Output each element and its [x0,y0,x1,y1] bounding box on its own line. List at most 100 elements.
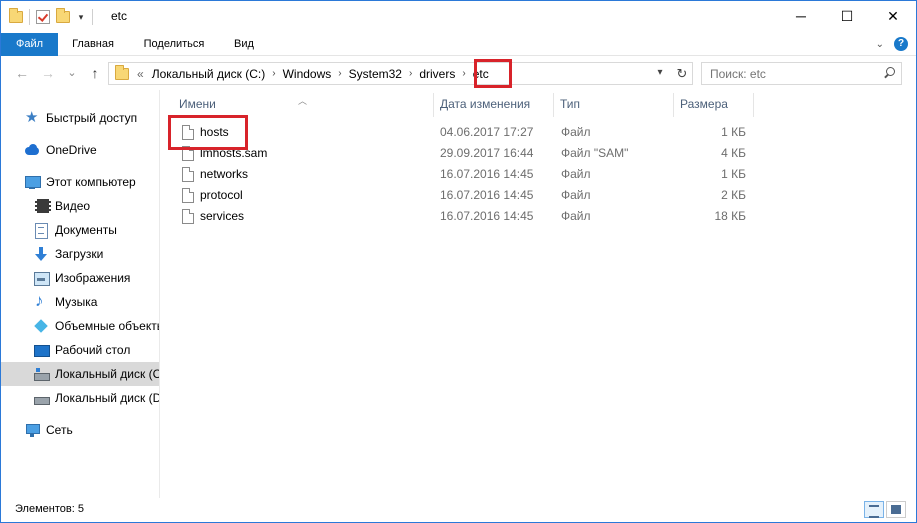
breadcrumb-item-system32[interactable]: System32 [345,67,406,81]
breadcrumb-overflow[interactable]: « [133,67,148,81]
sidebar-item-documents[interactable]: Документы [1,218,159,242]
file-name: lmhosts.sam [200,146,268,160]
sidebar-item-label: Локальный диск (D:) [55,391,159,405]
sidebar-item-onedrive[interactable]: OneDrive [1,138,159,162]
details-view-button[interactable] [864,501,884,518]
sidebar-item-3d-objects[interactable]: Объемные объекты [1,314,159,338]
file-size: 4 КБ [721,146,746,160]
window-title: etc [111,9,128,23]
address-dropdown-button[interactable]: ▾ [652,62,668,83]
view-switcher [864,501,906,518]
file-date: 16.07.2016 14:45 [440,209,534,223]
file-type: Файл [561,188,591,202]
customize-toolbar-icon[interactable]: ▾ [76,12,86,23]
sidebar-item-label: Объемные объекты [55,319,159,333]
file-name: protocol [200,188,243,202]
chevron-right-icon[interactable]: › [269,68,278,79]
chevron-right-icon[interactable]: › [406,68,415,79]
chevron-down-icon[interactable]: ⌄ [876,39,884,50]
search-input[interactable] [702,63,877,84]
maximize-button[interactable]: ☐ [824,1,870,31]
sidebar-item-pictures[interactable]: Изображения [1,266,159,290]
file-date: 16.07.2016 14:45 [440,167,534,181]
tab-share[interactable]: Поделиться [134,33,214,56]
breadcrumb: « Локальный диск (C:) › Windows › System… [133,63,493,84]
large-icons-view-button[interactable] [886,501,906,518]
sidebar-item-music[interactable]: Музыка [1,290,159,314]
video-icon [33,198,51,214]
back-button[interactable]: ← [13,64,31,82]
navigation-bar: ← → ⌄ ↑ « Локальный диск (C:) › Windows … [1,57,916,90]
refresh-button[interactable]: ↻ [672,62,692,85]
new-folder-icon[interactable] [56,8,70,23]
toolbar-divider [29,9,30,25]
sidebar-item-drive-c[interactable]: Локальный диск (C:) [1,362,159,386]
chevron-right-icon[interactable]: › [459,68,468,79]
column-header-name[interactable]: ︿ Имени [161,93,434,117]
downloads-icon [33,246,49,262]
sort-ascending-icon: ︿ [298,96,308,106]
breadcrumb-item-etc[interactable]: etc [469,67,493,81]
file-icon [182,188,194,203]
search-box[interactable] [701,62,902,85]
breadcrumb-item-drive-c[interactable]: Локальный диск (C:) [148,67,270,81]
up-button[interactable]: ↑ [86,64,104,82]
sidebar-item-quick-access[interactable]: Быстрый доступ [1,106,159,130]
breadcrumb-item-windows[interactable]: Windows [279,67,336,81]
table-row[interactable]: lmhosts.sam 29.09.2017 16:44 Файл "SAM" … [178,143,778,164]
sidebar-item-video[interactable]: Видео [1,194,159,218]
file-name: hosts [200,125,229,139]
sidebar-item-desktop[interactable]: Рабочий стол [1,338,159,362]
search-icon[interactable] [883,67,895,79]
table-row[interactable]: networks 16.07.2016 14:45 Файл 1 КБ [178,164,778,185]
column-header-type[interactable]: Тип [554,93,674,117]
minimize-button[interactable]: ─ [778,1,824,31]
items-count: Элементов: 5 [15,503,84,515]
breadcrumb-item-drivers[interactable]: drivers [415,67,459,81]
sidebar-item-downloads[interactable]: Загрузки [1,242,159,266]
column-header-date[interactable]: Дата изменения [434,93,554,117]
folder-icon [115,65,129,80]
sidebar-item-this-pc[interactable]: Этот компьютер [1,170,159,194]
file-type: Файл "SAM" [561,146,629,160]
tab-file[interactable]: Файл [1,33,58,56]
table-row[interactable]: hosts 04.06.2017 17:27 Файл 1 КБ [178,122,778,143]
status-bar: Элементов: 5 [1,498,916,522]
tab-view[interactable]: Вид [224,33,264,56]
sidebar-item-label: Рабочий стол [55,343,131,357]
ribbon-controls: ⌄ ? [876,37,908,51]
file-type: Файл [561,125,591,139]
sidebar-item-label: Музыка [55,295,98,309]
pictures-icon [33,270,50,286]
table-row[interactable]: services 16.07.2016 14:45 Файл 18 КБ [178,206,778,227]
address-bar[interactable]: « Локальный диск (C:) › Windows › System… [108,62,693,85]
forward-button[interactable]: → [39,64,57,82]
table-row[interactable]: protocol 16.07.2016 14:45 Файл 2 КБ [178,185,778,206]
music-icon [33,291,49,311]
chevron-right-icon[interactable]: › [335,68,344,79]
drive-c-icon [33,366,50,382]
sidebar-item-label: Быстрый доступ [46,111,138,125]
column-header-label: Имени [179,97,216,111]
file-icon [182,146,194,161]
column-header-size[interactable]: Размера [674,93,754,117]
3d-objects-icon [33,318,49,334]
sidebar-item-network[interactable]: Сеть [1,418,159,442]
file-size: 1 КБ [721,167,746,181]
help-icon[interactable]: ? [894,37,908,51]
caption-buttons: ─ ☐ ✕ [778,1,916,31]
file-date: 29.09.2017 16:44 [440,146,534,160]
cloud-icon [24,142,40,158]
file-icon [182,125,194,140]
column-header-label: Тип [560,97,581,111]
column-header-label: Дата изменения [440,97,531,111]
close-button[interactable]: ✕ [870,1,916,31]
column-header-label: Размера [680,97,728,111]
folder-icon[interactable] [9,8,23,23]
desktop-icon [33,342,50,358]
recent-locations-button[interactable]: ⌄ [63,64,81,82]
sidebar-item-drive-d[interactable]: Локальный диск (D:) [1,386,159,410]
properties-icon[interactable] [36,10,50,24]
tab-home[interactable]: Главная [63,33,123,56]
sidebar-item-label: Документы [55,223,117,237]
